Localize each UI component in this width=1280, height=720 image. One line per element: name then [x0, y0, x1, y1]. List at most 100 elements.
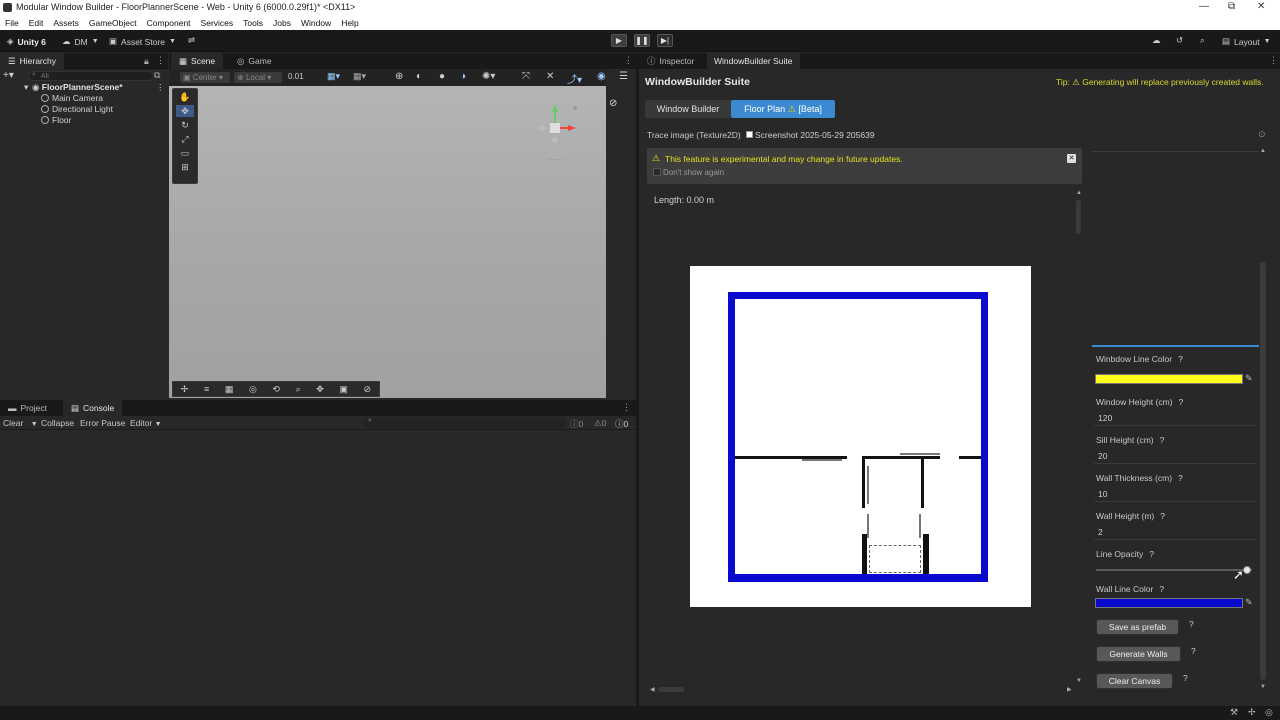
close-warning-button[interactable]: ✕ [1067, 154, 1076, 163]
progress-icon[interactable]: ⚒ [1230, 707, 1238, 718]
help-icon[interactable]: ? [1149, 549, 1154, 559]
scale-tool-icon[interactable]: ⤢ [176, 133, 194, 145]
canvas-horizontal-scrollbar[interactable] [658, 687, 684, 692]
camera-settings-icon[interactable]: ☰ [619, 71, 628, 82]
scene-more-options-icon[interactable]: ⋮ [624, 55, 633, 66]
search-icon[interactable]: ⌕ [1200, 35, 1205, 46]
menu-jobs[interactable]: Jobs [273, 18, 291, 28]
menu-help[interactable]: Help [341, 18, 358, 28]
snap-value[interactable]: 0.01 [288, 72, 304, 81]
lighting-icon[interactable]: ◑ [460, 71, 466, 82]
pivot-dropdown[interactable]: ▣ Center ▾ [180, 72, 230, 83]
line-opacity-slider[interactable] [1096, 566, 1252, 574]
floor-plan-canvas[interactable] [690, 266, 1031, 607]
menu-assets[interactable]: Assets [53, 18, 79, 28]
error-pause-toggle[interactable]: Error Pause [80, 418, 125, 428]
tab-windowbuilder-suite[interactable]: WindowBuilder Suite [707, 53, 801, 69]
menu-file[interactable]: File [5, 18, 19, 28]
more-options-icon[interactable]: ⋮ [156, 55, 165, 66]
right-more-options-icon[interactable]: ⋮ [1269, 55, 1278, 66]
editor-dropdown[interactable]: Editor ▼ [130, 418, 162, 428]
log-count[interactable]: ⓘ0 [570, 418, 583, 430]
hierarchy-search[interactable]: ⌕ [28, 71, 154, 81]
collapse-toggle[interactable]: Collapse [41, 418, 74, 428]
hierarchy-item-floor[interactable]: Floor [0, 115, 168, 126]
debug-icon[interactable]: ✢ [1248, 707, 1256, 718]
scroll-left-icon[interactable]: ◀ [650, 686, 655, 693]
help-icon[interactable]: ? [1160, 511, 1165, 521]
add-button[interactable]: +▾ [3, 70, 14, 81]
menu-component[interactable]: Component [147, 18, 191, 28]
version-control-icon[interactable]: ⇌ [188, 35, 195, 46]
hand-tool-icon[interactable]: ✋ [176, 91, 194, 103]
asset-store-button[interactable]: ▣ Asset Store ▼ [109, 36, 176, 47]
visibility-eye-icon[interactable]: ◉ [597, 71, 606, 82]
draw-mode-globe-icon[interactable]: ⊕ [395, 71, 403, 82]
help-icon[interactable]: ? [1189, 619, 1194, 629]
help-icon[interactable]: ? [1159, 584, 1164, 594]
props-vertical-scrollbar[interactable] [1260, 262, 1266, 680]
tab-hierarchy[interactable]: ☰ Hierarchy [0, 53, 64, 69]
object-picker-icon[interactable]: ⊙ [1258, 129, 1266, 140]
rotate-sphere-icon[interactable]: ◎ [249, 384, 257, 395]
2d-toggle-icon[interactable]: ⤧ [522, 71, 530, 82]
menu-window[interactable]: Window [301, 18, 331, 28]
wall-height-input[interactable]: 2 [1098, 527, 1103, 537]
grid-visibility-icon[interactable]: ▦▾ [353, 71, 366, 82]
orbit-icon[interactable]: ⟲ [272, 384, 280, 395]
layout-dropdown[interactable]: ▤ Layout ▼ [1222, 36, 1271, 47]
hierarchy-filter-icon[interactable]: ⧉ [154, 70, 160, 81]
trace-image-field[interactable]: Screenshot 2025-05-29 205639 [755, 130, 875, 140]
unity-account-button[interactable]: ◈ Unity 6 [7, 36, 46, 47]
generate-walls-button[interactable]: Generate Walls [1096, 646, 1181, 662]
tab-console[interactable]: ▤ Console [63, 400, 123, 416]
move-tool-icon[interactable]: ✥ [176, 105, 194, 117]
rect-tool-icon[interactable]: ▭ [176, 147, 194, 159]
scene-lock-icon[interactable]: ⊘ [609, 98, 617, 109]
help-icon[interactable]: ? [1183, 673, 1188, 683]
dont-show-checkbox[interactable] [653, 168, 661, 176]
orientation-gizmo[interactable] [530, 100, 590, 161]
warning-count[interactable]: ⚠0 [594, 418, 606, 429]
cloud-services-icon[interactable]: ☁ [1152, 35, 1161, 46]
help-icon[interactable]: ? [1178, 354, 1183, 364]
help-icon[interactable]: ? [1178, 473, 1183, 483]
frame-icon[interactable]: ▣ [339, 384, 348, 395]
sphere-icon[interactable]: ● [439, 71, 445, 82]
console-search[interactable]: ⌕ [364, 417, 566, 428]
menu-edit[interactable]: Edit [29, 18, 44, 28]
hierarchy-scene-row[interactable]: ▾ ◉ FloorPlannerScene* ⋮ [0, 82, 168, 93]
compass-icon[interactable]: ⊘ [364, 384, 372, 395]
grid-tool-icon[interactable]: ▦ [225, 384, 234, 395]
eyedropper-icon[interactable]: ✎ [1245, 373, 1253, 384]
expand-arrow-icon[interactable]: ▾ [24, 82, 28, 93]
zoom-icon[interactable]: ⌕ [296, 384, 301, 395]
window-line-color-field[interactable] [1095, 374, 1243, 384]
menu-tools[interactable]: Tools [243, 18, 263, 28]
help-icon[interactable]: ? [1191, 646, 1196, 656]
save-prefab-button[interactable]: Save as prefab [1096, 619, 1179, 635]
play-button[interactable]: ▶ [611, 34, 627, 47]
lock-icon[interactable]: 🔒︎ [144, 56, 149, 67]
space-dropdown[interactable]: ⊕ Local ▾ [234, 72, 282, 83]
clear-canvas-button[interactable]: Clear Canvas [1096, 673, 1173, 689]
scroll-up-icon[interactable]: ▲ [1076, 190, 1082, 196]
grid-snap-icon[interactable]: ▦▾ [327, 71, 340, 82]
step-button[interactable]: ▶| [657, 34, 673, 47]
help-icon[interactable]: ? [1179, 397, 1184, 407]
pause-button[interactable]: ❚❚ [634, 34, 650, 47]
gizmos-icon[interactable]: ⤴▾ [567, 71, 582, 86]
pan-icon[interactable]: ✥ [316, 384, 324, 395]
menu-gameobject[interactable]: GameObject [89, 18, 137, 28]
account-dropdown[interactable]: ☁ DM ▼ [62, 36, 99, 47]
sill-height-input[interactable]: 20 [1098, 451, 1107, 461]
history-icon[interactable]: ↺ [1176, 35, 1183, 46]
clear-dropdown[interactable]: Clear ▼ [3, 418, 38, 428]
audio-mute-icon[interactable]: ✕ [546, 71, 554, 82]
maximize-button[interactable]: ⧉ [1228, 1, 1235, 12]
auto-generate-lighting-icon[interactable]: ◎ [1265, 707, 1273, 718]
tab-game[interactable]: ◎ Game [229, 53, 280, 69]
scene-more-icon[interactable]: ⋮ [156, 82, 165, 93]
wall-thickness-input[interactable]: 10 [1098, 489, 1107, 499]
props-scroll-down-icon[interactable]: ▼ [1260, 684, 1266, 690]
